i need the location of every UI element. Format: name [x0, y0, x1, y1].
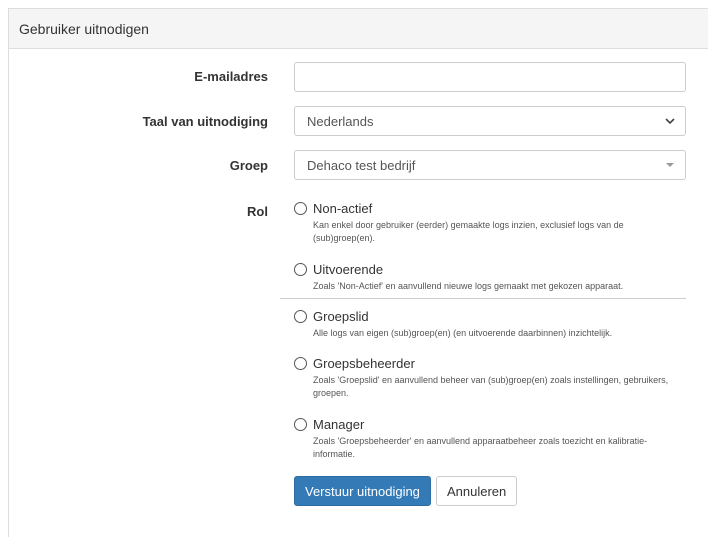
- role-option-label: Uitvoerende: [313, 262, 384, 277]
- group-select[interactable]: Dehaco test bedrijf: [294, 150, 686, 180]
- panel-header: Gebruiker uitnodigen: [9, 9, 708, 49]
- role-option-description: Zoals 'Groepslid' en aanvullend beheer v…: [313, 375, 669, 398]
- role-label: Rol: [247, 204, 268, 219]
- language-select[interactable]: Nederlands: [294, 106, 686, 136]
- role-option-groepslid[interactable]: Groepslid Alle logs van eigen (sub)groep…: [294, 309, 686, 340]
- panel-title: Gebruiker uitnodigen: [19, 20, 149, 37]
- role-option-label: Groepslid: [313, 309, 369, 324]
- group-select-value: Dehaco test bedrijf: [307, 157, 416, 173]
- send-invitation-button[interactable]: Verstuur uitnodiging: [294, 476, 431, 506]
- role-option-label: Non-actief: [313, 201, 373, 216]
- role-option-description: Zoals 'Non-Actief' en aanvullend nieuwe …: [313, 281, 624, 291]
- role-option-manager[interactable]: Manager Zoals 'Groepsbeheerder' en aanvu…: [294, 417, 686, 461]
- role-option-description: Kan enkel door gebruiker (eerder) gemaak…: [313, 220, 624, 243]
- cancel-button[interactable]: Annuleren: [436, 476, 518, 506]
- role-option-groepsbeheerder[interactable]: Groepsbeheerder Zoals 'Groepslid' en aan…: [294, 356, 686, 400]
- role-option-label: Manager: [313, 417, 365, 432]
- radio-button[interactable]: [294, 310, 307, 323]
- role-option-uitvoerende[interactable]: Uitvoerende Zoals 'Non-Actief' en aanvul…: [294, 262, 686, 293]
- role-option-label: Groepsbeheerder: [313, 356, 415, 371]
- group-label: Groep: [229, 158, 268, 173]
- email-input[interactable]: [294, 62, 686, 92]
- email-label: E-mailadres: [194, 69, 268, 84]
- role-option-description: Zoals 'Groepsbeheerder' en aanvullend ap…: [313, 436, 648, 459]
- caret-down-icon: [655, 163, 685, 167]
- role-option-description: Alle logs van eigen (sub)groep(en) (en u…: [313, 328, 613, 338]
- radio-button[interactable]: [294, 202, 307, 215]
- language-label: Taal van uitnodiging: [142, 114, 268, 129]
- radio-button[interactable]: [294, 418, 307, 431]
- language-select-value: Nederlands: [307, 113, 374, 129]
- chevron-down-icon: [655, 117, 685, 125]
- role-option-non-actief[interactable]: Non-actief Kan enkel door gebruiker (eer…: [294, 201, 686, 245]
- radio-button[interactable]: [294, 263, 307, 276]
- role-divider: [280, 298, 686, 299]
- radio-button[interactable]: [294, 357, 307, 370]
